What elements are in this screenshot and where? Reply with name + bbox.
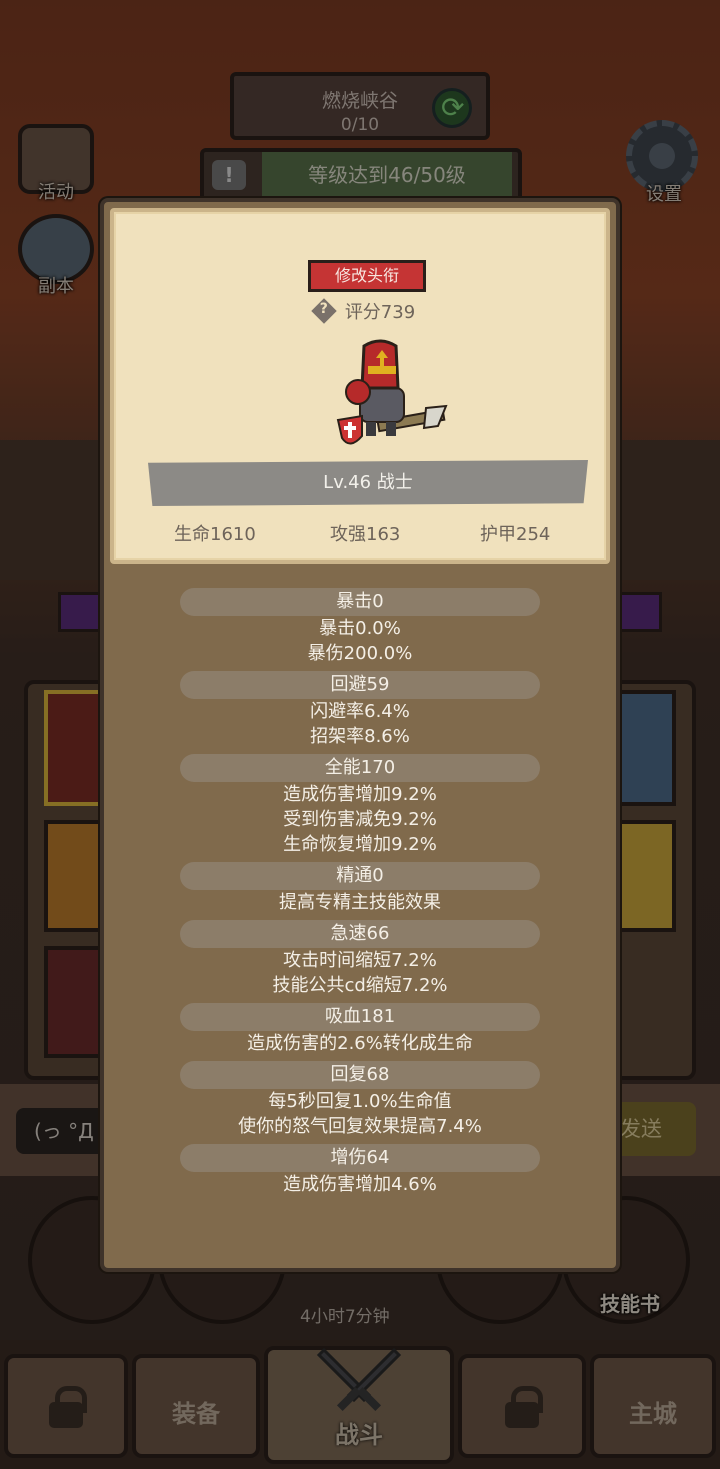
attribute-line: 招架率8.6%	[310, 726, 410, 747]
attribute-header: 吸血181	[180, 1003, 540, 1031]
attribute-group-mastery: 精通0 提高专精主技能效果	[104, 862, 616, 915]
attribute-header: 增伤64	[180, 1144, 540, 1172]
question-icon[interactable]	[313, 300, 335, 322]
attribute-line: 闪避率6.4%	[310, 701, 410, 722]
attribute-header: 精通0	[180, 862, 540, 890]
attribute-header: 暴击0	[180, 588, 540, 616]
attribute-header: 回避59	[180, 671, 540, 699]
attribute-line: 暴伤200.0%	[307, 643, 413, 664]
rename-title-button[interactable]: 修改头衔	[308, 260, 426, 292]
attribute-line: 受到伤害减免9.2%	[283, 809, 437, 830]
attribute-group-regen: 回复68 每5秒回复1.0%生命值 使你的怒气回复效果提高7.4%	[104, 1061, 616, 1139]
character-info-modal: 修改头衔 评分739 Lv.46 战士 生命1610 攻强163	[100, 198, 620, 1272]
attribute-list: 暴击0 暴击0.0% 暴伤200.0% 回避59 闪避率6.4% 招架率8.6%…	[104, 588, 616, 1202]
attribute-line: 造成伤害增加9.2%	[283, 784, 437, 805]
attribute-line: 提高专精主技能效果	[279, 892, 441, 913]
attribute-group-damage: 增伤64 造成伤害增加4.6%	[104, 1144, 616, 1197]
attribute-header: 急速66	[180, 920, 540, 948]
score-row: 评分739	[114, 298, 614, 324]
attribute-header: 全能170	[180, 754, 540, 782]
attribute-group-haste: 急速66 攻击时间缩短7.2% 技能公共cd缩短7.2%	[104, 920, 616, 998]
hp-stat: 生命1610	[174, 524, 256, 545]
attribute-header: 回复68	[180, 1061, 540, 1089]
attribute-group-versatility: 全能170 造成伤害增加9.2% 受到伤害减免9.2% 生命恢复增加9.2%	[104, 754, 616, 857]
attribute-line: 造成伤害的2.6%转化成生命	[247, 1033, 473, 1054]
attribute-group-crit: 暴击0 暴击0.0% 暴伤200.0%	[104, 588, 616, 666]
attribute-line: 每5秒回复1.0%生命值	[268, 1091, 452, 1112]
armor-stat: 护甲254	[480, 524, 551, 545]
attack-stat: 攻强163	[330, 524, 401, 545]
attribute-line: 技能公共cd缩短7.2%	[272, 975, 448, 996]
hero-avatar	[336, 339, 448, 445]
attribute-line: 暴击0.0%	[319, 618, 401, 639]
attribute-line: 生命恢复增加9.2%	[283, 834, 437, 855]
attribute-group-lifesteal: 吸血181 造成伤害的2.6%转化成生命	[104, 1003, 616, 1056]
attribute-line: 造成伤害增加4.6%	[283, 1174, 437, 1195]
attribute-line: 使你的怒气回复效果提高7.4%	[238, 1116, 482, 1137]
level-class-banner: Lv.46 战士	[148, 460, 588, 506]
attribute-line: 攻击时间缩短7.2%	[283, 950, 437, 971]
attribute-group-avoidance: 回避59 闪避率6.4% 招架率8.6%	[104, 671, 616, 749]
score-text: 评分739	[344, 302, 416, 323]
character-card: 修改头衔 评分739 Lv.46 战士 生命1610 攻强163	[110, 208, 610, 564]
